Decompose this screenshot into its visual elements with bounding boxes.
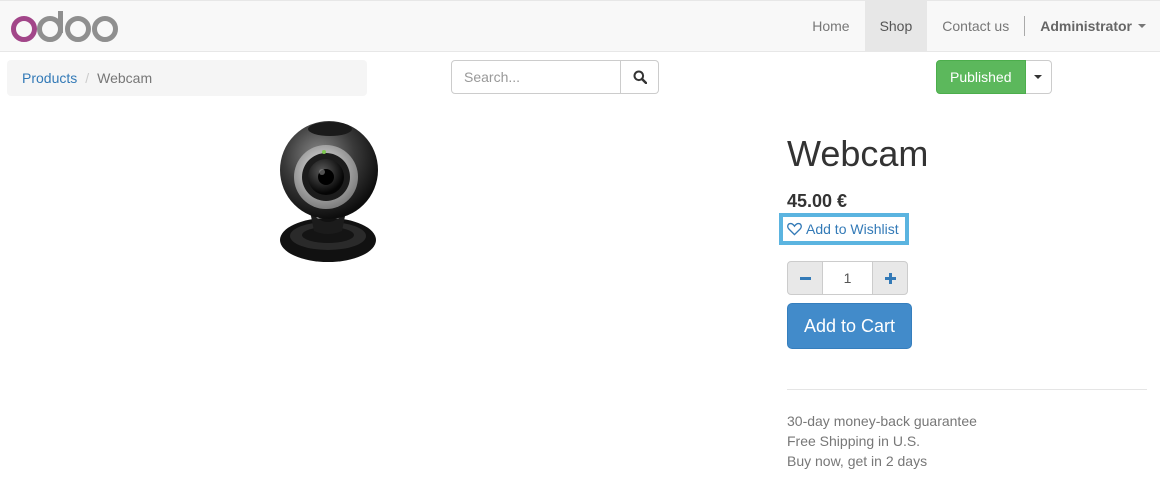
product-price: 45.00 € — [787, 191, 848, 211]
divider — [787, 389, 1147, 390]
heart-icon — [787, 222, 802, 236]
search-input[interactable] — [451, 60, 621, 94]
product-image — [280, 121, 378, 262]
minus-icon — [799, 276, 811, 280]
publish-dropdown-toggle[interactable] — [1025, 60, 1052, 94]
product-title: Webcam — [787, 133, 929, 174]
breadcrumb-current: Webcam — [97, 70, 153, 86]
published-button[interactable]: Published — [936, 60, 1026, 94]
terms-line: 30-day money-back guarantee — [787, 413, 977, 429]
user-menu[interactable]: Administrator — [1025, 1, 1160, 51]
nav-item-contact-us[interactable]: Contact us — [927, 1, 1024, 51]
quantity-decrease-button[interactable] — [787, 261, 823, 295]
main-nav: Home Shop Contact us Administrator — [797, 1, 1160, 51]
caret-down-icon — [1034, 75, 1042, 79]
caret-down-icon — [1138, 24, 1146, 28]
add-to-cart-button[interactable]: Add to Cart — [787, 303, 912, 349]
plus-icon — [884, 272, 896, 284]
nav-item-home[interactable]: Home — [797, 1, 864, 51]
quantity-input[interactable] — [823, 261, 872, 295]
user-name: Administrator — [1040, 18, 1132, 34]
top-navbar: Home Shop Contact us Administrator — [0, 0, 1160, 52]
breadcrumb: Products / Webcam — [7, 60, 367, 96]
terms-line: Free Shipping in U.S. — [787, 433, 921, 449]
product-terms: 30-day money-back guarantee Free Shippin… — [787, 411, 977, 471]
add-to-wishlist-button[interactable]: Add to Wishlist — [779, 213, 909, 245]
wishlist-label: Add to Wishlist — [806, 221, 899, 237]
nav-item-shop[interactable]: Shop — [864, 1, 928, 51]
search-button[interactable] — [621, 60, 659, 94]
terms-line: Buy now, get in 2 days — [787, 453, 928, 469]
quantity-increase-button[interactable] — [872, 261, 908, 295]
breadcrumb-products-link[interactable]: Products — [22, 70, 77, 86]
odoo-logo[interactable] — [10, 11, 120, 43]
search-icon — [633, 70, 647, 84]
quantity-stepper — [787, 261, 908, 295]
search-form — [451, 60, 659, 94]
publish-button-group: Published — [936, 60, 1052, 94]
breadcrumb-separator: / — [85, 70, 90, 86]
